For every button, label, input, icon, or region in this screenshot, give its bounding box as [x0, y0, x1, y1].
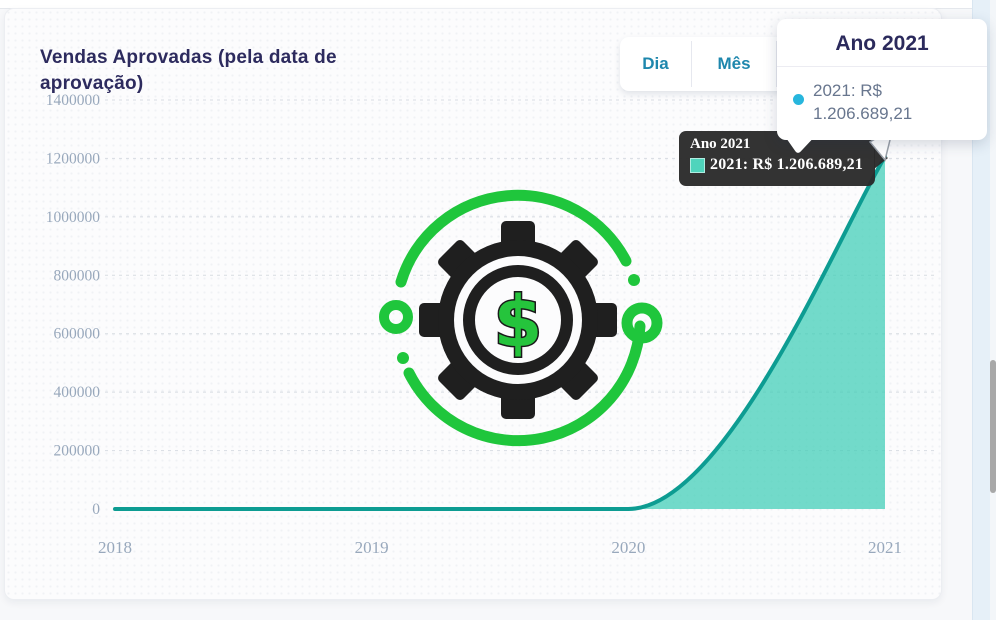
series-color-swatch — [690, 158, 705, 173]
x-axis-tick-label: 2020 — [611, 538, 645, 557]
x-axis-tick-label: 2019 — [355, 538, 389, 557]
y-axis-tick-label: 200000 — [54, 443, 101, 460]
y-axis-tick-label: 1400000 — [46, 92, 101, 109]
x-axis-tick-label: 2018 — [98, 538, 132, 557]
y-axis-tick-label: 400000 — [54, 384, 101, 401]
legend-dot-icon — [793, 94, 804, 105]
y-axis-tick-label: 1000000 — [46, 209, 101, 226]
summary-tooltip-value: 2021: R$ 1.206.689,21 — [813, 80, 912, 126]
summary-tooltip: Ano 2021 2021: R$ 1.206.689,21 — [777, 19, 987, 140]
y-axis-tick-label: 600000 — [54, 326, 101, 343]
y-axis-tick-label: 800000 — [54, 267, 101, 284]
summary-tooltip-title: Ano 2021 — [777, 19, 987, 67]
y-axis-tick-label: 0 — [92, 501, 100, 518]
series-tooltip-arrow — [874, 147, 888, 169]
x-axis-tick-label: 2021 — [868, 538, 902, 557]
series-tooltip-value: 2021: R$ 1.206.689,21 — [710, 156, 863, 174]
y-axis-tick-label: 1200000 — [46, 150, 101, 167]
